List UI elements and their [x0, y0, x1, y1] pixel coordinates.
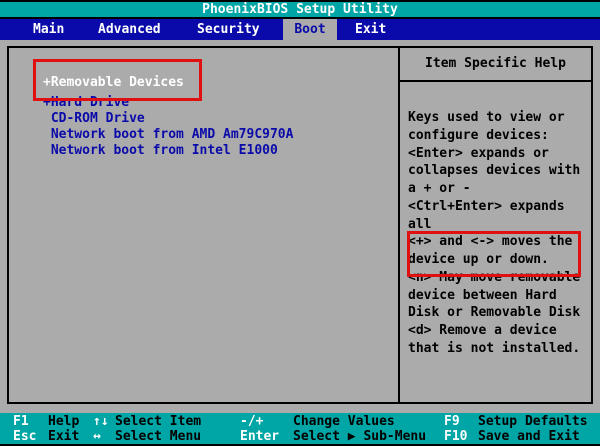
- tab-exit[interactable]: Exit: [355, 19, 386, 40]
- help-line: <Enter> expands or: [408, 145, 590, 163]
- help-line: Keys used to view or: [408, 109, 590, 127]
- label-select-menu: Select Menu: [115, 429, 201, 444]
- footer-keybar: F1 Help ↑↓ Select Item -/+ Change Values…: [0, 413, 600, 446]
- help-line: <Ctrl+Enter> expands: [408, 198, 590, 216]
- key-f1: F1: [13, 414, 29, 429]
- key-esc: Esc: [13, 429, 36, 444]
- tab-boot-active[interactable]: Boot: [283, 19, 337, 40]
- label-exit: Exit: [48, 429, 79, 444]
- tab-advanced[interactable]: Advanced: [98, 19, 161, 40]
- help-line: <d> Remove a device: [408, 322, 590, 340]
- label-select-submenu: Select ▶ Sub-Menu: [293, 429, 426, 444]
- annotation-box-removable-devices: [33, 59, 202, 101]
- key-leftright-icon: ↔: [93, 429, 101, 444]
- help-line: that is not installed.: [408, 340, 590, 358]
- help-line: device between Hard: [408, 287, 590, 305]
- tab-main[interactable]: Main: [33, 19, 64, 40]
- annotation-box-move-keys-help: [407, 231, 581, 277]
- help-line: configure devices:: [408, 127, 590, 145]
- key-enter: Enter: [240, 429, 279, 444]
- label-setup-defaults: Setup Defaults: [478, 414, 588, 429]
- tab-security[interactable]: Security: [197, 19, 260, 40]
- label-help: Help: [48, 414, 79, 429]
- footer-row-2: Esc Exit ↔ Select Menu Enter Select ▶ Su…: [0, 429, 600, 444]
- boot-item-cdrom-drive[interactable]: CD-ROM Drive: [43, 111, 145, 127]
- label-change-values: Change Values: [293, 414, 395, 429]
- label-save-and-exit: Save and Exit: [478, 429, 580, 444]
- help-line: a + or -: [408, 180, 590, 198]
- key-updown-icon: ↑↓: [93, 414, 109, 429]
- help-panel-title: Item Specific Help: [398, 46, 593, 82]
- footer-row-1: F1 Help ↑↓ Select Item -/+ Change Values…: [0, 414, 600, 429]
- boot-item-network-intel[interactable]: Network boot from Intel E1000: [43, 143, 278, 159]
- key-minus-plus: -/+: [240, 414, 263, 429]
- help-line: Disk or Removable Disk: [408, 304, 590, 322]
- title-bar: PhoenixBIOS Setup Utility: [0, 0, 600, 19]
- menu-bar: Main Advanced Security Boot Exit: [0, 19, 600, 40]
- help-line: collapses devices with: [408, 162, 590, 180]
- label-select-item: Select Item: [115, 414, 201, 429]
- boot-item-network-amd[interactable]: Network boot from AMD Am79C970A: [43, 127, 293, 143]
- bios-setup-screen: PhoenixBIOS Setup Utility Main Advanced …: [0, 0, 600, 446]
- key-f9: F9: [444, 414, 460, 429]
- key-f10: F10: [444, 429, 467, 444]
- app-title: PhoenixBIOS Setup Utility: [202, 2, 398, 17]
